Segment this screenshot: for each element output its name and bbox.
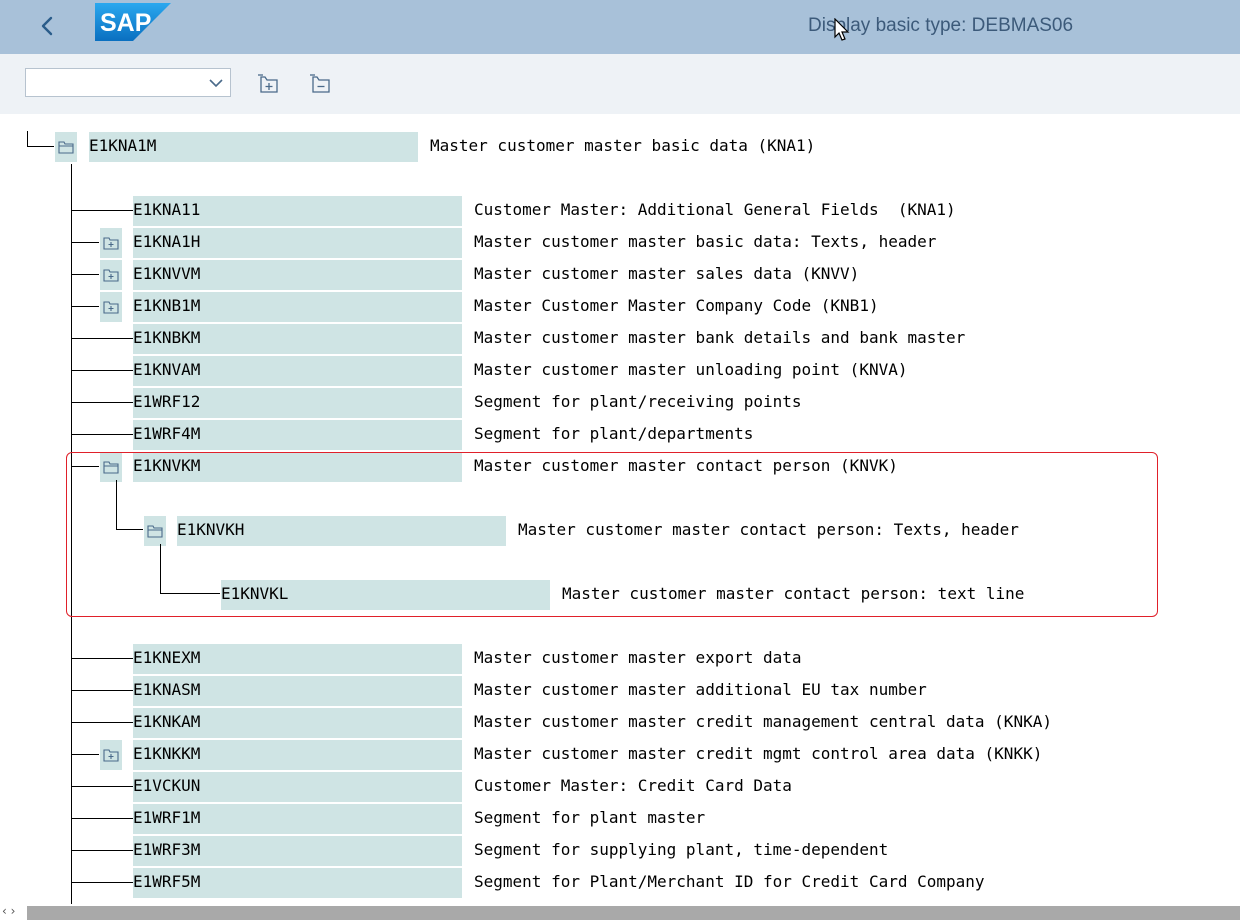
e1knkkm-node-desc: Master customer master credit mgmt contr… <box>474 744 1043 763</box>
e1wrf5m-node-name: E1WRF5M <box>133 872 201 891</box>
e1wrf5m-node-desc: Segment for Plant/Merchant ID for Credit… <box>474 872 985 891</box>
e1knkkm-folder-closed-icon[interactable] <box>100 740 122 770</box>
back-button[interactable] <box>34 12 62 40</box>
e1wrf1m-node-name: E1WRF1M <box>133 808 201 827</box>
e1kna1h-folder-closed-icon[interactable] <box>100 228 122 258</box>
e1knbkm-node-desc: Master customer master bank details and … <box>474 328 966 347</box>
e1wrf12-node-name: E1WRF12 <box>133 392 201 411</box>
e1knvam-node-name: E1KNVAM <box>133 360 201 379</box>
e1kna11-node-desc: Customer Master: Additional General Fiel… <box>474 200 956 219</box>
e1knkam-node-desc: Master customer master credit management… <box>474 712 1052 731</box>
expand-subtree-icon <box>258 74 278 93</box>
collapse-subtree-icon <box>310 74 330 93</box>
root-node-name: E1KNA1M <box>89 136 157 155</box>
scrollbar-thumb[interactable] <box>27 906 1240 920</box>
chevron-left-icon <box>41 16 53 36</box>
segment-tree: E1KNA1M Master customer master basic dat… <box>0 114 1240 904</box>
e1vckun-node-desc: Customer Master: Credit Card Data <box>474 776 792 795</box>
root-folder-open-icon[interactable] <box>55 132 77 162</box>
e1kna1h-node-name: E1KNA1H <box>133 232 201 251</box>
toolbar <box>0 54 1240 114</box>
e1knkam-node-name: E1KNKAM <box>133 712 201 731</box>
e1knbkm-node-name: E1KNBKM <box>133 328 201 347</box>
horizontal-scrollbar[interactable]: ‹ › <box>0 904 1240 924</box>
e1knb1m-node-name: E1KNB1M <box>133 296 201 315</box>
e1wrf4m-node-desc: Segment for plant/departments <box>474 424 754 443</box>
scroll-arrows-icon[interactable]: ‹ › <box>2 904 15 918</box>
svg-text:SAP: SAP <box>100 9 151 37</box>
e1knb1m-node-desc: Master Customer Master Company Code (KNB… <box>474 296 879 315</box>
e1knvvm-node-name: E1KNVVM <box>133 264 201 283</box>
e1knvvm-node-desc: Master customer master sales data (KNVV) <box>474 264 860 283</box>
e1wrf1m-node-desc: Segment for plant master <box>474 808 706 827</box>
e1wrf3m-node-desc: Segment for supplying plant, time-depend… <box>474 840 889 859</box>
e1knvvm-folder-closed-icon[interactable] <box>100 260 122 290</box>
e1knexm-node-desc: Master customer master export data <box>474 648 802 667</box>
collapse-subtree-button[interactable] <box>309 73 333 95</box>
title-bar: SAP Display basic type: DEBMAS06 <box>0 0 1240 54</box>
expand-subtree-button[interactable] <box>257 73 281 95</box>
chevron-down-icon <box>209 79 223 88</box>
e1knasm-node-name: E1KNASM <box>133 680 201 699</box>
e1vckun-node-name: E1VCKUN <box>133 776 201 795</box>
e1knasm-node-desc: Master customer master additional EU tax… <box>474 680 927 699</box>
e1knkkm-node-name: E1KNKKM <box>133 744 201 763</box>
root-node-desc: Master customer master basic data (KNA1) <box>430 136 816 155</box>
mouse-cursor-icon <box>834 18 850 41</box>
e1wrf3m-node-name: E1WRF3M <box>133 840 201 859</box>
e1knexm-node-name: E1KNEXM <box>133 648 201 667</box>
contact-person-highlight-box <box>66 452 1158 617</box>
command-field-dropdown[interactable] <box>25 68 231 97</box>
e1wrf12-node-desc: Segment for plant/receiving points <box>474 392 802 411</box>
sap-logo: SAP <box>95 3 171 41</box>
e1wrf4m-node-name: E1WRF4M <box>133 424 201 443</box>
e1kna1h-node-desc: Master customer master basic data: Texts… <box>474 232 937 251</box>
e1knb1m-folder-closed-icon[interactable] <box>100 292 122 322</box>
e1kna11-node-name: E1KNA11 <box>133 200 201 219</box>
e1knvam-node-desc: Master customer master unloading point (… <box>474 360 908 379</box>
